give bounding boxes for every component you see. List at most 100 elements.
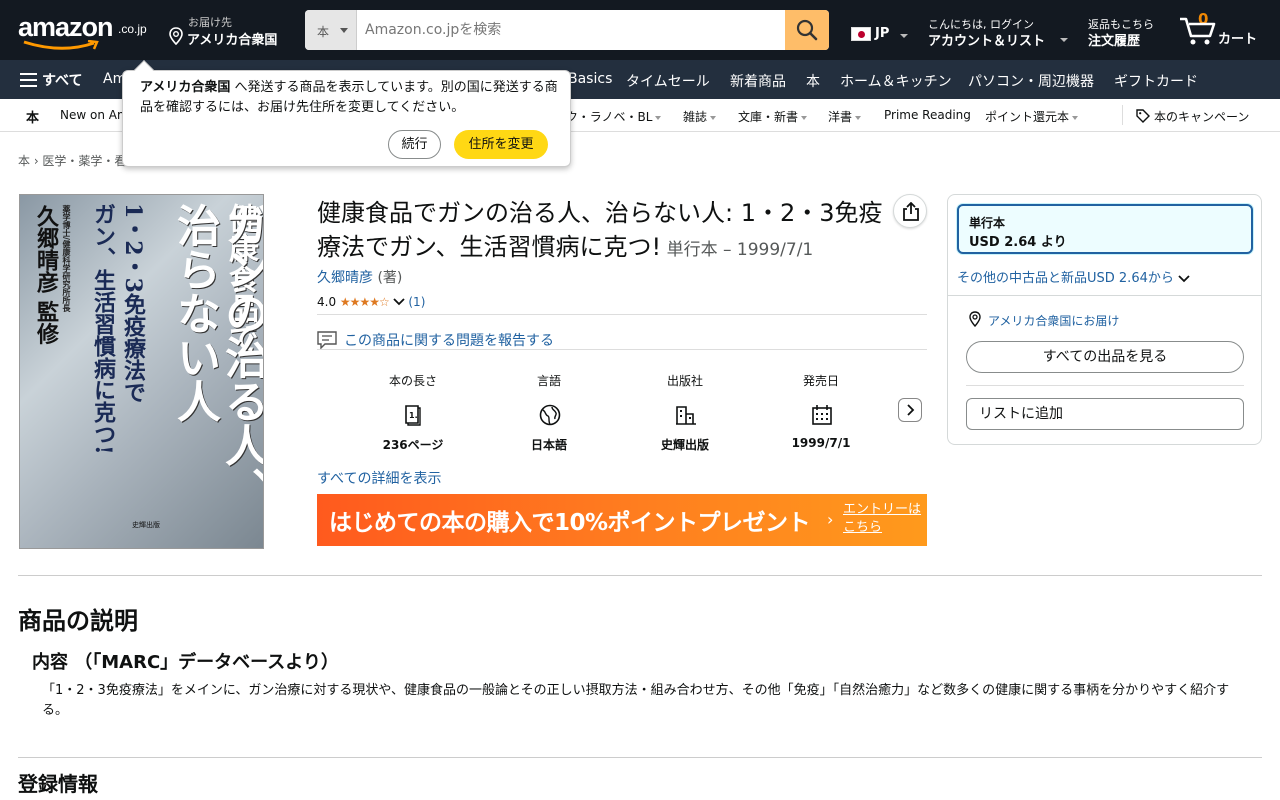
cart-label: カート xyxy=(1218,32,1258,47)
divider xyxy=(317,314,927,315)
author-link[interactable]: 久郷晴彦 xyxy=(317,270,373,286)
promo-banner[interactable]: はじめての本の購入で10%ポイントプレゼント › エントリーは こちら xyxy=(317,494,927,546)
japan-flag-icon xyxy=(851,27,871,41)
nav-item-giftcards[interactable]: ギフトカード xyxy=(1114,71,1198,91)
subnav-points[interactable]: ポイント還元本 xyxy=(985,108,1079,125)
subnav-comics-label: ク・ラノベ・BL xyxy=(566,110,653,124)
search-category-label: 本 xyxy=(317,25,330,39)
nav-item-computers[interactable]: パソコン・周辺機器 xyxy=(968,71,1094,91)
author-role: (著) xyxy=(373,270,403,286)
deliver-label: お届け先 xyxy=(188,16,232,29)
nav-item-home-kitchen[interactable]: ホーム＆キッチン xyxy=(840,71,952,91)
add-to-list-button[interactable]: リストに追加 xyxy=(966,398,1244,430)
attribute-value: 1999/7/1 xyxy=(791,436,851,450)
popover-country: アメリカ合衆国 xyxy=(140,80,231,95)
search-icon xyxy=(796,19,818,41)
promo-entry-link[interactable]: エントリーは こちら xyxy=(843,501,927,537)
logo-text: amazon xyxy=(18,12,114,42)
product-title: 健康食品でガンの治る人、治らない人: 1・2・3免疫療法でガン、生活習慣病に克つ… xyxy=(317,196,897,267)
report-issue-label: この商品に関する問題を報告する xyxy=(344,333,554,349)
description-subheading: 内容 （「MARC」データベースより） xyxy=(32,652,339,673)
subnav-bunko-label: 文庫・新書 xyxy=(738,110,799,124)
see-all-details-link[interactable]: すべての詳細を表示 xyxy=(317,468,441,488)
subnav-magazines[interactable]: 雑誌 xyxy=(683,108,717,125)
rating-value: 4.0 xyxy=(317,295,337,309)
subnav-new-on-amazon[interactable]: New on Am xyxy=(60,108,129,122)
account-menu[interactable]: こんにちは, ログイン アカウント＆リスト xyxy=(928,15,1073,49)
chevron-right-icon xyxy=(907,404,915,416)
registration-heading: 登録情報 xyxy=(18,772,98,796)
change-address-button[interactable]: 住所を変更 xyxy=(454,130,548,159)
cart-link[interactable]: 0 カート xyxy=(1178,10,1268,50)
star-rating-icon: ★★★★☆ xyxy=(339,295,390,309)
share-button[interactable] xyxy=(893,194,927,228)
subnav-campaigns-label: 本のキャンペーン xyxy=(1154,110,1250,124)
attribute-label: 出版社 xyxy=(666,374,703,388)
description-body: 「1・2・3免疫療法」をメインに、ガン治療に対する現状や、健康食品の一般論とその… xyxy=(42,683,1230,718)
subnav-foreign-books-label: 洋書 xyxy=(828,110,853,124)
attribute-release-date: 発売日 1999/7/1 xyxy=(761,372,881,454)
subnav-foreign-books[interactable]: 洋書 xyxy=(828,108,862,125)
chevron-down-icon xyxy=(392,298,405,306)
subnav-prime-reading[interactable]: Prime Reading xyxy=(884,108,971,122)
tag-icon xyxy=(1136,109,1150,123)
cover-publisher: 史輝出版 xyxy=(132,521,160,529)
rating[interactable]: 4.0 ★★★★☆ (1) xyxy=(317,295,425,311)
attribute-label: 言語 xyxy=(536,374,561,388)
book-cover-image[interactable]: 健康食品で ガンの治る人、 治らない人 1・2・3免疫療法で ガン、生活習慣病に克… xyxy=(19,194,264,549)
format-price: USD 2.64 より xyxy=(969,235,1067,250)
subnav-magazines-label: 雑誌 xyxy=(683,110,708,124)
attribute-publisher: 出版社 史輝出版 xyxy=(625,372,745,454)
chevron-right-icon: › xyxy=(827,510,834,529)
search-category-select[interactable]: 本 xyxy=(305,10,357,50)
cart-icon xyxy=(1180,17,1216,45)
attribute-language: 言語 日本語 xyxy=(489,372,609,454)
continue-button[interactable]: 続行 xyxy=(388,130,441,159)
cover-title-line2-text: ガンの治る人、 xyxy=(217,203,264,511)
used-new-offers-link[interactable]: その他の中古品と新品USD 2.64から xyxy=(957,267,1190,286)
search-input[interactable] xyxy=(357,10,785,50)
all-menu-label: すべて xyxy=(42,73,83,89)
orders-label: 注文履歴 xyxy=(1088,34,1141,49)
rating-count[interactable]: (1) xyxy=(408,295,425,309)
format-option-tankobon[interactable]: 単行本 USD 2.64 より xyxy=(957,204,1253,254)
hamburger-icon xyxy=(20,73,37,87)
language-selector[interactable]: JP xyxy=(850,24,912,44)
cover-editor: 久郷晴彦 監修 xyxy=(33,205,59,345)
subnav-points-label: ポイント還元本 xyxy=(985,110,1070,124)
cover-subtitle-line2: ガン、生活習慣病に克つ! xyxy=(90,203,116,455)
chevron-down-icon xyxy=(340,28,348,33)
author-line: 久郷晴彦 (著) xyxy=(317,267,402,287)
see-all-offers-button[interactable]: すべての出品を見る xyxy=(966,341,1244,373)
breadcrumb[interactable]: 本 › 医学・薬学・看 xyxy=(18,152,126,169)
attributes-next-button[interactable] xyxy=(898,398,922,422)
nav-item-books[interactable]: 本 xyxy=(806,71,820,91)
book-pages-icon: 1. xyxy=(405,405,421,426)
deliver-to[interactable]: お届け先 アメリカ合衆国 xyxy=(168,13,293,49)
attribute-label: 本の長さ xyxy=(388,374,437,388)
used-new-offers-label: その他の中古品と新品USD 2.64から xyxy=(957,271,1174,286)
popover-message: アメリカ合衆国 へ発送する商品を表示しています。別の国に発送する商品を確認するに… xyxy=(140,78,560,118)
attribute-value: 史輝出版 xyxy=(660,438,709,452)
account-label: アカウント＆リスト xyxy=(928,34,1046,49)
promo-banner-text: はじめての本の購入で10%ポイントプレゼント xyxy=(329,510,811,536)
search-button[interactable] xyxy=(785,10,829,50)
search-bar: 本 xyxy=(305,10,829,50)
language-code: JP xyxy=(875,26,890,41)
nav-item-timesale[interactable]: タイムセール xyxy=(626,71,710,91)
amazon-logo[interactable]: amazon .co.jp xyxy=(18,12,153,52)
nav-item-new[interactable]: 新着商品 xyxy=(730,71,786,91)
svg-text:1.: 1. xyxy=(409,411,418,420)
subnav-comics[interactable]: ク・ラノベ・BL xyxy=(566,108,662,125)
divider xyxy=(18,757,1262,758)
nav-item-basics[interactable]: Basics xyxy=(568,71,612,87)
calendar-icon xyxy=(812,405,832,425)
orders-link[interactable]: 返品もこちら 注文履歴 xyxy=(1088,15,1173,49)
subnav-campaigns[interactable]: 本のキャンペーン xyxy=(1136,108,1249,125)
subnav-bunko[interactable]: 文庫・新書 xyxy=(738,108,808,125)
divider xyxy=(18,575,1262,576)
divider xyxy=(966,385,1244,386)
attribute-value: 236ページ xyxy=(382,438,444,452)
attribute-label: 発売日 xyxy=(802,374,839,388)
subnav-books[interactable]: 本 xyxy=(26,107,39,126)
